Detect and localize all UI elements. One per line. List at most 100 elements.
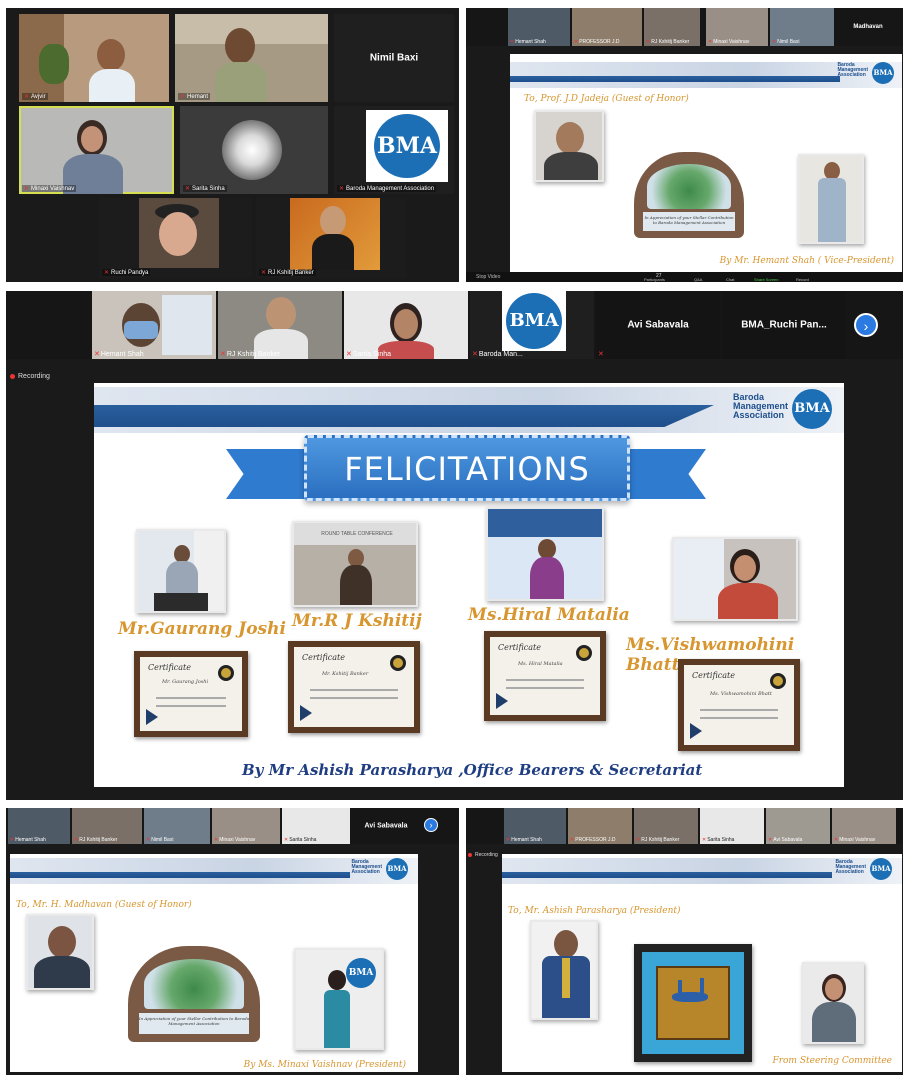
- toolbar-record[interactable]: Record: [796, 277, 809, 282]
- thumb-rj-kshitij[interactable]: ✕RJ Kshitij Banker: [644, 8, 700, 46]
- next-page-icon[interactable]: ›: [854, 313, 878, 337]
- video-tile-avjvir[interactable]: ✕ Avjvir: [19, 14, 169, 102]
- thumb-sarita-sinha[interactable]: ✕Sarita Sinha: [700, 808, 764, 844]
- thumb-madhavan[interactable]: Madhavan: [836, 8, 900, 46]
- slide: Baroda Management Association BMA To, Mr. …: [502, 854, 902, 1072]
- screenshare-panel-jadeja: ✕Hemant Shah ✕PROFESSOR J.D ✕RJ Kshitij …: [466, 8, 903, 282]
- thumb-hemant-shah[interactable]: ✕Hemant Shah: [508, 8, 570, 46]
- mic-muted-icon: ✕: [24, 186, 30, 192]
- thumb-avi-sabavala[interactable]: Avi Sabavala: [352, 808, 420, 844]
- honoree-photo-2: ROUND TABLE CONFERENCE: [292, 521, 418, 607]
- meeting-toolbar: Stop Video 27 Participants Q&A Chat Shar…: [466, 272, 903, 282]
- toolbar-share-screen[interactable]: Share Screen: [754, 277, 778, 282]
- video-tile-bma[interactable]: BMA ✕ Baroda Management Association: [334, 106, 454, 194]
- bma-logo-icon: BMA: [346, 958, 376, 988]
- participant-name: Avjvir: [31, 94, 46, 100]
- thumb-avi-sabavala[interactable]: ✕Avi Sabavala: [766, 808, 830, 844]
- mic-muted-icon: ✕: [104, 270, 110, 276]
- participant-name: Ruchi Pandya: [111, 270, 149, 276]
- presenter-photo: [802, 962, 864, 1044]
- felicitations-banner: FELICITATIONS: [304, 435, 630, 501]
- toolbar-video[interactable]: Stop Video: [476, 274, 500, 280]
- participant-strip: ✕Hemant Shah ✕PROFESSOR J.D ✕RJ Kshitij …: [466, 8, 903, 46]
- participant-name: Sarita Sinha: [192, 186, 225, 192]
- participant-name: Hemant: [187, 94, 209, 100]
- by-line: By Ms. Minaxi Vaishnav (President): [243, 1060, 406, 1070]
- thumb-rj-kshitij[interactable]: ✕RJ Kshitij Banker: [634, 808, 698, 844]
- toolbar-participants[interactable]: Participants: [644, 277, 665, 282]
- recording-dot-icon: [10, 373, 15, 379]
- banner-title: FELICITATIONS: [344, 450, 590, 488]
- brand-text: Baroda Management Association: [351, 859, 382, 875]
- honoree-photo: [26, 914, 94, 990]
- ribbon-right-tail: [626, 449, 706, 499]
- certificate-1: Certificate Mr. Gaurang Joshi: [134, 651, 248, 737]
- to-line: To, Mr. H. Madhavan (Guest of Honor): [16, 900, 192, 910]
- video-tile-ruchi-pandya[interactable]: ✕ Ruchi Pandya: [99, 198, 252, 278]
- to-line: To, Mr. Ashish Parasharya (President): [508, 906, 681, 916]
- mic-muted-icon: ✕: [180, 94, 186, 100]
- by-line: By Mr Ashish Parasharya ,Office Bearers …: [242, 761, 703, 779]
- next-page-icon[interactable]: ›: [424, 818, 438, 832]
- ribbon-left-tail: [226, 449, 306, 499]
- thumb-minaxi[interactable]: ✕Minaxi Vaishnav: [706, 8, 768, 46]
- participant-strip: ✕Hemant Shah ✕RJ Kshitij Banker ✕Nimil B…: [6, 808, 459, 844]
- video-tile-hemant[interactable]: ✕ Hemant: [175, 14, 328, 102]
- video-tile-nimil-baxi[interactable]: Nimil Baxi: [334, 14, 454, 102]
- honoree-photo: [530, 920, 598, 1020]
- participant-name: Nimil Baxi: [369, 52, 419, 64]
- video-tile-minaxi-vaishnav[interactable]: ✕ Minaxi Vaishnav: [19, 106, 174, 194]
- video-tile-sarita-sinha[interactable]: ✕ Sarita Sinha: [180, 106, 328, 194]
- thumb-nimil-baxi[interactable]: ✕Nimil Baxi: [770, 8, 834, 46]
- honoree-name-1: Mr.Gaurang Joshi: [118, 619, 286, 639]
- certificate-3: Certificate Ms. Hiral Matalia: [484, 631, 606, 721]
- certificate-4: Certificate Ms. Vishwamohini Bhatt: [678, 659, 800, 751]
- thumb-hemant-shah[interactable]: ✕Hemant Shah: [92, 291, 216, 359]
- screenshare-panel-madhavan: ✕Hemant Shah ✕RJ Kshitij Banker ✕Nimil B…: [6, 808, 459, 1075]
- honoree-photo-3: [486, 507, 604, 601]
- bma-logo-icon: BMA: [386, 858, 408, 880]
- toolbar-chat[interactable]: Chat: [726, 277, 734, 282]
- brand-text: Baroda Management Association: [837, 62, 868, 78]
- honoree-photo-1: [136, 529, 226, 613]
- recording-indicator: Recording: [468, 852, 498, 858]
- brand-text: Baroda Management Association: [732, 392, 788, 420]
- video-tile-rj-kshitij-banker[interactable]: ✕ RJ Kshitij Banker: [256, 198, 406, 278]
- thumb-nimil-baxi[interactable]: ✕Nimil Baxi: [144, 808, 210, 844]
- participant-name: Baroda Management Association: [346, 186, 435, 192]
- thumb-minaxi[interactable]: ✕Minaxi Vaishnav: [212, 808, 280, 844]
- thumb-professor[interactable]: ✕PROFESSOR J.D: [572, 8, 642, 46]
- participant-name: Minaxi Vaishnav: [31, 186, 75, 192]
- bma-logo-icon: BMA: [870, 858, 892, 880]
- participant-strip: ✕Hemant Shah ✕RJ Kshitij Banker ✕Sarita …: [6, 291, 903, 359]
- participant-strip: ✕Hemant Shah ✕PROFESSOR J.D ✕RJ Kshitij …: [466, 808, 903, 844]
- bma-logo-icon: BMA: [506, 293, 562, 349]
- thumb-minaxi[interactable]: ✕Minaxi Vaishnav: [832, 808, 896, 844]
- thumb-sarita-sinha[interactable]: ✕Sarita Sinha: [282, 808, 350, 844]
- mic-muted-icon: ✕: [24, 94, 30, 100]
- recording-indicator: Recording: [10, 373, 50, 380]
- thumb-sarita-sinha[interactable]: ✕Sarita Sinha: [344, 291, 468, 359]
- slide: Baroda Management Association BMA To, Prof…: [510, 54, 902, 272]
- thumb-avi-sabavala[interactable]: Avi Sabavala ✕: [596, 291, 720, 359]
- by-line: By Mr. Hemant Shah ( Vice-President): [719, 256, 894, 266]
- honoree-photo: [534, 110, 604, 182]
- thumb-hemant-shah[interactable]: ✕Hemant Shah: [8, 808, 70, 844]
- thumb-bma-ruchi[interactable]: BMA_Ruchi Pan...: [722, 291, 846, 359]
- honoree-photo-4: [672, 537, 798, 621]
- screenshare-panel-parasharya: ✕Hemant Shah ✕PROFESSOR J.D ✕RJ Kshitij …: [466, 808, 903, 1075]
- certificate-2: Certificate Mr. Kshitij Banker: [288, 641, 420, 733]
- recording-dot-icon: [468, 852, 472, 857]
- trophy-image: In Appreciation of your Stellar Contribu…: [634, 152, 744, 238]
- thumb-hemant-shah[interactable]: ✕Hemant Shah: [504, 808, 566, 844]
- presenter-photo: BMA: [294, 948, 384, 1050]
- honoree-name-2: Mr.R J Kshitij: [292, 611, 422, 631]
- to-line: To, Prof. J.D Jadeja (Guest of Honor): [524, 94, 689, 104]
- thumb-bma[interactable]: BMA ✕Baroda Man...: [470, 291, 594, 359]
- thumb-rj-kshitij[interactable]: ✕RJ Kshitij Banker: [218, 291, 342, 359]
- thumb-professor[interactable]: ✕PROFESSOR J.D: [568, 808, 632, 844]
- mic-muted-icon: ✕: [185, 186, 191, 192]
- thumb-rj-kshitij[interactable]: ✕RJ Kshitij Banker: [72, 808, 142, 844]
- gallery-view-panel: ✕ Avjvir ✕ Hemant Nimil Baxi ✕ Minaxi Vaish…: [6, 8, 459, 282]
- toolbar-qa[interactable]: Q&A: [694, 277, 702, 282]
